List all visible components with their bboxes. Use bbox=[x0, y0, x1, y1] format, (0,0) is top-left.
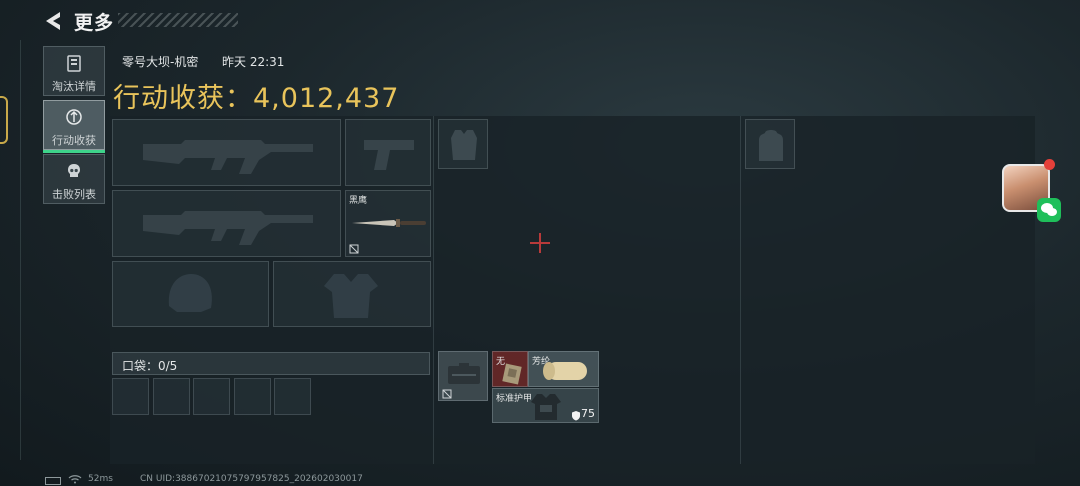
panel-divider bbox=[740, 116, 741, 464]
ping-readout: 52ms bbox=[88, 474, 113, 484]
chest-rig-icon bbox=[451, 130, 477, 160]
no-trade-icon bbox=[349, 244, 359, 254]
pocket-slot[interactable] bbox=[234, 378, 271, 415]
left-rail-line bbox=[20, 40, 21, 460]
helmet-icon bbox=[168, 274, 212, 312]
assault-rifle-icon bbox=[143, 140, 313, 174]
battery-icon bbox=[45, 477, 61, 485]
tab-label: 击败列表 bbox=[52, 188, 96, 201]
panel-divider bbox=[433, 116, 434, 464]
edge-bracket-decoration bbox=[0, 96, 8, 144]
tab-action-harvest[interactable]: 行动收获 bbox=[43, 100, 105, 153]
armor-vest-icon bbox=[324, 274, 378, 318]
match-time: 昨天 22:31 bbox=[222, 55, 285, 69]
case-item[interactable] bbox=[438, 351, 488, 401]
title-stripes-decoration bbox=[118, 13, 238, 27]
armor-vest-icon bbox=[531, 394, 561, 420]
crosshair-icon bbox=[530, 233, 550, 253]
item-label: 标准护甲 bbox=[496, 394, 533, 404]
pocket-slot[interactable] bbox=[193, 378, 230, 415]
armor-slot[interactable] bbox=[273, 261, 431, 327]
tab-label: 淘汰详情 bbox=[52, 80, 96, 93]
helmet-slot[interactable] bbox=[112, 261, 269, 327]
pocket-slot[interactable] bbox=[112, 378, 149, 415]
pocket-label: 口袋：0/5 bbox=[122, 359, 178, 373]
pocket-header: 口袋：0/5 bbox=[112, 352, 430, 375]
skull-icon bbox=[68, 164, 80, 177]
wifi-icon bbox=[68, 475, 82, 484]
pocket-slot[interactable] bbox=[153, 378, 190, 415]
melee-name: 黑鹰 bbox=[349, 196, 368, 206]
notification-dot bbox=[1044, 159, 1055, 170]
durability-value: 75 bbox=[581, 407, 595, 420]
clipboard-icon bbox=[67, 55, 81, 72]
tab-label: 行动收获 bbox=[52, 134, 96, 147]
chest-rig-slot[interactable] bbox=[438, 119, 488, 169]
tab-defeat-list[interactable]: 击败列表 bbox=[43, 154, 105, 204]
shield-icon bbox=[572, 411, 580, 421]
primary-weapon-slot-2[interactable] bbox=[112, 190, 341, 257]
no-trade-icon bbox=[442, 389, 452, 399]
action-harvest-total: 行动收获：4,012,437 bbox=[113, 83, 400, 114]
assault-rifle-icon bbox=[143, 211, 313, 245]
back-arrow-icon bbox=[46, 12, 60, 30]
melee-slot[interactable]: 黑鹰 bbox=[345, 190, 431, 257]
pocket-slot[interactable] bbox=[274, 378, 311, 415]
vest-item[interactable]: 标准护甲 75 bbox=[492, 388, 599, 423]
package-icon bbox=[502, 363, 522, 385]
knife-icon bbox=[352, 219, 426, 227]
loot-icon bbox=[66, 109, 82, 125]
wechat-button[interactable] bbox=[1037, 198, 1061, 222]
wechat-icon bbox=[1041, 203, 1057, 216]
fabric-roll-icon bbox=[543, 362, 587, 380]
back-button[interactable] bbox=[42, 10, 66, 32]
pistol-icon bbox=[364, 140, 414, 170]
roll-item[interactable]: 芳纶 bbox=[528, 351, 599, 387]
player-uid: CN UID:38867021075797957825_202602030017 bbox=[140, 474, 363, 484]
backpack-slot[interactable] bbox=[745, 119, 795, 169]
pistol-slot[interactable] bbox=[345, 119, 431, 186]
case-icon bbox=[448, 363, 480, 384]
primary-weapon-slot-1[interactable] bbox=[112, 119, 341, 186]
small-item[interactable]: 无 bbox=[492, 351, 528, 387]
backpack-icon bbox=[759, 130, 783, 161]
page-title: 更多 bbox=[74, 12, 115, 34]
tab-elimination-details[interactable]: 淘汰详情 bbox=[43, 46, 105, 96]
match-map-name: 零号大坝-机密 bbox=[122, 55, 199, 69]
